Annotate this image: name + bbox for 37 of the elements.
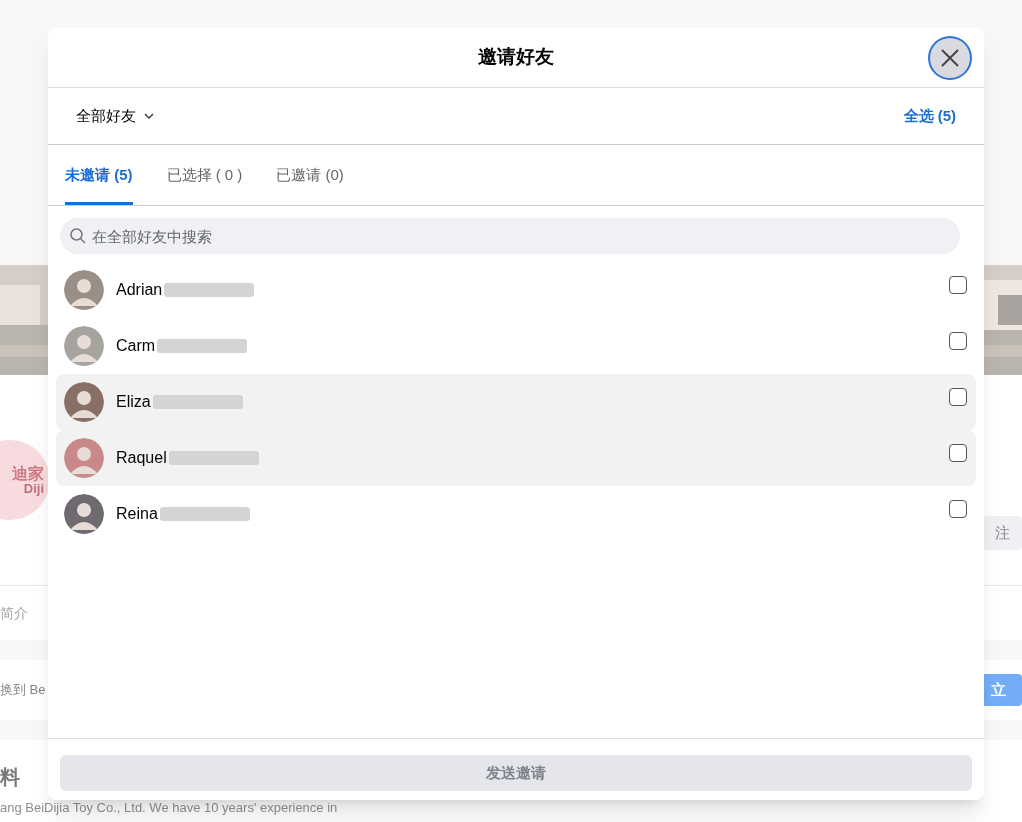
friend-name: Eliza [116,392,151,412]
friend-row[interactable]: Eliza [56,374,976,430]
close-icon [941,49,959,67]
checkbox[interactable] [949,332,967,350]
dialog-title: 邀请好友 [478,45,554,70]
info-text: ang BeiDijia Toy Co., Ltd. We have 10 years' experience in [0,799,339,817]
select-all-link[interactable]: 全选 (5) [903,104,956,128]
checkbox[interactable] [949,500,967,518]
checkbox[interactable] [949,388,967,406]
tab[interactable]: 未邀请 (5) [65,145,133,205]
close-button[interactable] [930,38,970,78]
info-heading: 料 [0,765,20,790]
chevron-icon [144,113,154,119]
tab[interactable]: 已选择 ( 0 ) [166,145,243,205]
switch-text: 换到 Be [0,681,46,700]
friend-name: Carm [116,336,156,356]
follow-button[interactable]: 注 [983,516,1022,550]
friends-filter-dropdown[interactable]: 全部好友 [76,104,154,128]
friend-row[interactable]: Reina [56,486,976,542]
friend-row[interactable]: Adrian [56,262,976,318]
checkbox[interactable] [949,444,967,462]
checkbox[interactable] [949,276,967,294]
friend-row[interactable]: Carm [56,318,976,374]
logo-text: Diji [23,481,44,495]
friend-name: Adrian [116,280,163,300]
friend-name: Raquel [116,448,167,468]
avatar-icon [64,438,104,478]
search-icon [70,228,86,244]
avatar-icon [64,494,104,534]
avatar-icon [64,270,104,310]
avatar-icon [64,382,104,422]
friend-name: Reina [116,504,158,524]
search-field[interactable]: 在全部好友中搜索 [60,218,960,254]
avatar-icon [64,326,104,366]
friend-row[interactable]: Raquel [56,430,976,486]
tab[interactable]: 已邀请 (0) [276,145,344,205]
logo-text: 迪家 [12,465,44,482]
